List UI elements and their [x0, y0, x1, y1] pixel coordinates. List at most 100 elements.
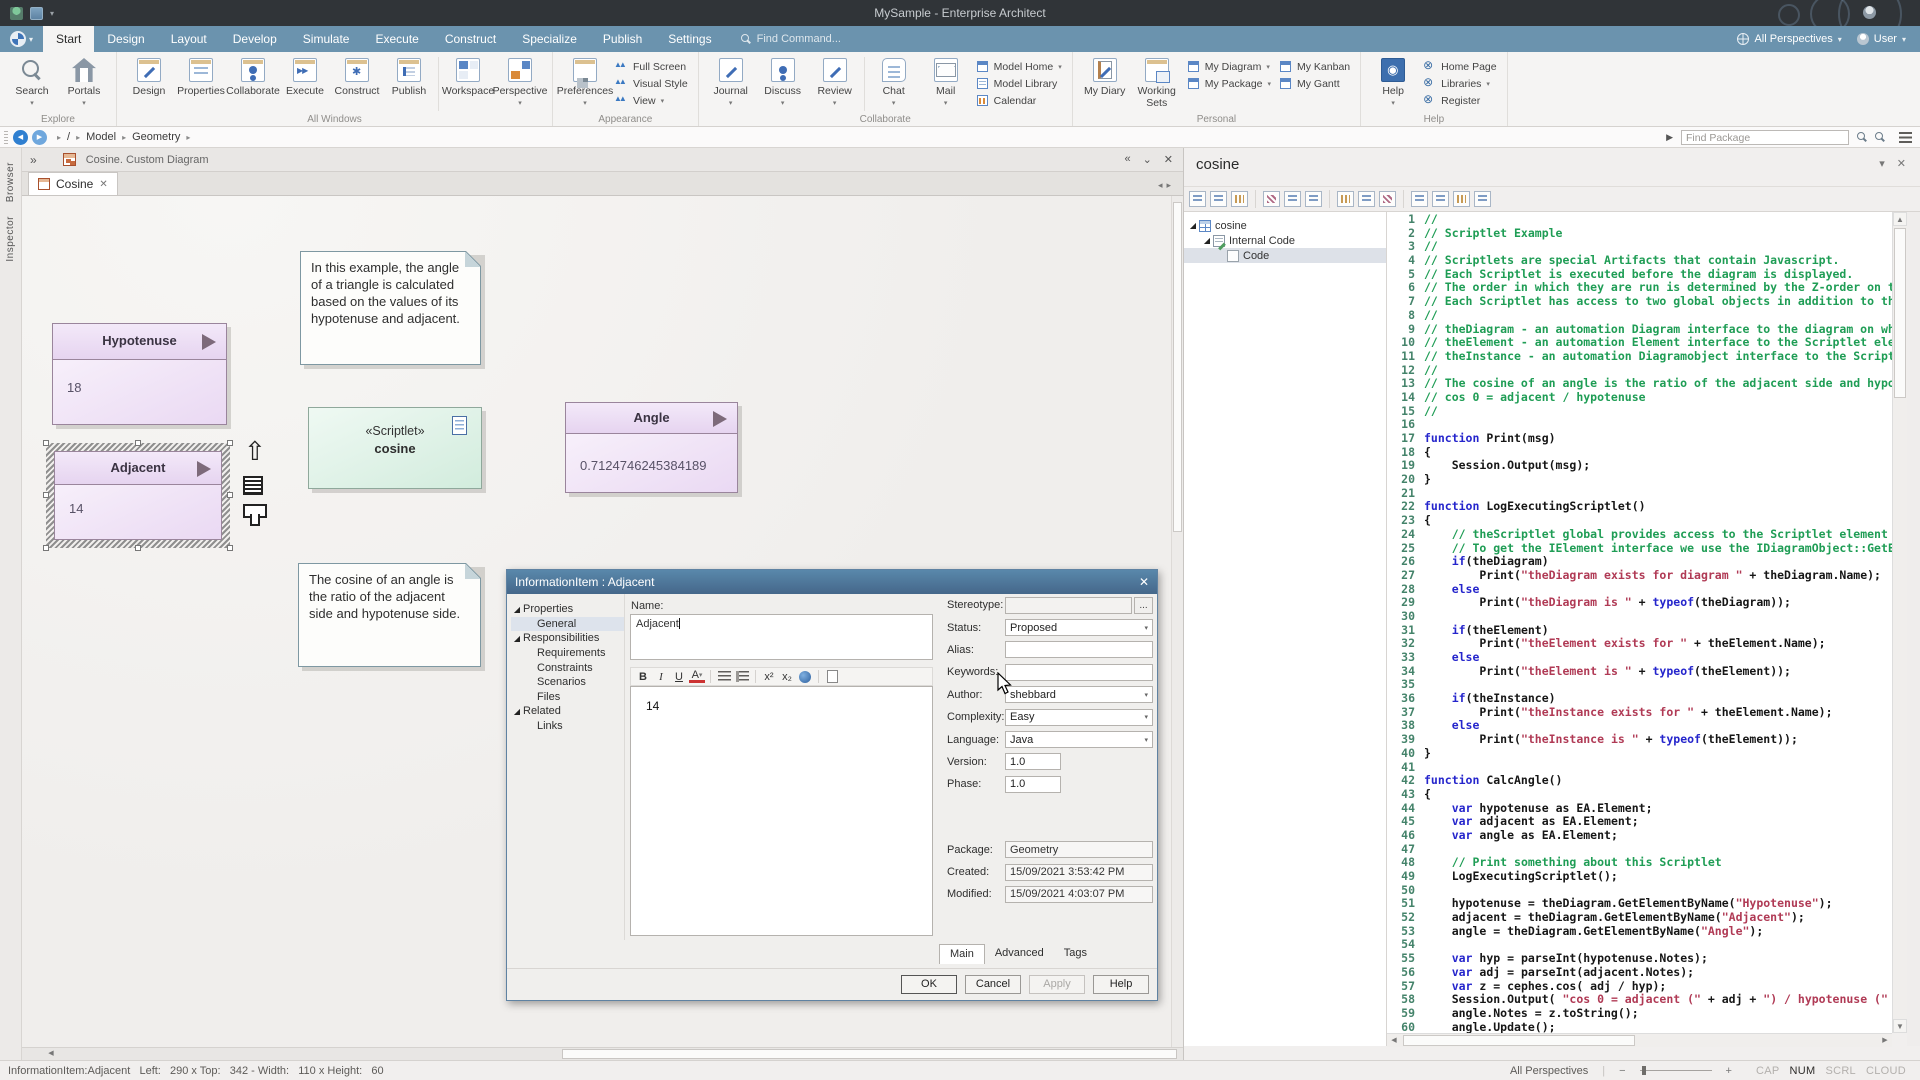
edit-script-icon[interactable]	[1263, 191, 1280, 207]
ribbon-button-working-sets[interactable]: Working Sets	[1131, 55, 1183, 109]
element-angle[interactable]: Angle 0.7124746245384189	[565, 402, 738, 493]
all-perspectives-menu[interactable]: All Perspectives	[1754, 33, 1832, 45]
dialog-tree-item-constraints[interactable]: Constraints	[511, 660, 624, 675]
quick-access-caret-icon[interactable]: ▾	[50, 9, 54, 18]
quicklink-compartment-icon[interactable]	[243, 504, 263, 528]
resize-handle[interactable]	[227, 492, 233, 498]
panel-pin-icon[interactable]: ▾	[1879, 157, 1885, 170]
ribbon-button-workspace[interactable]: Workspace	[442, 55, 494, 98]
field-author-select[interactable]: shebbard▾	[1005, 686, 1153, 703]
import-code-icon[interactable]	[1284, 191, 1301, 207]
resize-handle[interactable]	[43, 440, 49, 446]
app-menu-button[interactable]: ▾	[0, 26, 43, 52]
breadcrumb-item-geometry[interactable]: Geometry	[132, 131, 180, 143]
ribbon-button-perspective[interactable]: Perspective▾	[494, 55, 546, 107]
rtf-underline-button[interactable]: U	[671, 669, 687, 684]
ribbon-tab-simulate[interactable]: Simulate	[290, 26, 363, 52]
ribbon-button-model-home[interactable]: Model Home▾	[976, 60, 1062, 73]
dialog-close-icon[interactable]: ✕	[1139, 575, 1149, 589]
field-status-select[interactable]: Proposed▾	[1005, 619, 1153, 636]
find-package-input[interactable]: Find Package	[1681, 130, 1849, 145]
dialog-tab-main[interactable]: Main	[939, 944, 985, 964]
ribbon-tab-publish[interactable]: Publish	[590, 26, 655, 52]
scrollbar-thumb[interactable]	[562, 1049, 1177, 1059]
zoom-slider[interactable]	[1640, 1070, 1712, 1071]
rtf-superscript-button[interactable]: x²	[761, 669, 777, 684]
quicklink-features-icon[interactable]	[243, 476, 263, 495]
code-horizontal-scrollbar[interactable]: ◀ ▶	[1387, 1033, 1892, 1047]
scroll-up-icon[interactable]: ▲	[1893, 212, 1907, 226]
dialog-tree-item-links[interactable]: Links	[511, 719, 624, 734]
ribbon-tab-construct[interactable]: Construct	[432, 26, 509, 52]
find-in-files-icon[interactable]	[1337, 191, 1354, 207]
scroll-left-icon[interactable]: ◀	[44, 1049, 58, 1059]
ribbon-button-help[interactable]: Help▾	[1367, 55, 1419, 107]
tree-expander-icon[interactable]: ◢	[511, 605, 523, 614]
quick-access-icon[interactable]	[30, 7, 43, 20]
ribbon-button-preferences[interactable]: Preferences▾	[559, 55, 611, 107]
dialog-tab-advanced[interactable]: Advanced	[985, 944, 1054, 964]
ribbon-button-libraries[interactable]: Libraries▾	[1423, 77, 1496, 90]
browser-side-tab[interactable]: Browser	[5, 162, 16, 202]
dialog-titlebar[interactable]: InformationItem : Adjacent ✕	[507, 570, 1157, 594]
zoom-in-icon[interactable]: +	[1726, 1065, 1732, 1077]
ribbon-tab-design[interactable]: Design	[94, 26, 157, 52]
rtf-insert-document-button[interactable]	[824, 669, 840, 684]
ribbon-button-my-kanban[interactable]: My Kanban	[1279, 60, 1350, 73]
field-language-select[interactable]: Java▾	[1005, 731, 1153, 748]
rtf-font-color-button[interactable]: A▾	[689, 670, 705, 683]
element-scriptlet[interactable]: «Scriptlet» cosine	[308, 407, 482, 489]
resize-handle[interactable]	[135, 545, 141, 551]
field-complexity-select[interactable]: Easy▾	[1005, 709, 1153, 726]
notes-input[interactable]: 14	[630, 686, 933, 936]
note-element[interactable]: The cosine of an angle is the ratio of t…	[298, 563, 481, 667]
element-hypotenuse[interactable]: Hypotenuse 18	[52, 323, 227, 425]
dialog-tree-item-responsibilities[interactable]: ◢Responsibilities	[511, 631, 624, 646]
search-next-icon[interactable]	[1379, 191, 1396, 207]
z1oom-out-icon[interactable]: −	[1619, 1065, 1625, 1077]
ribbon-button-my-gantt[interactable]: My Gantt	[1279, 77, 1350, 90]
ribbon-button-collaborate[interactable]: Collaborate	[227, 55, 279, 98]
ribbon-button-my-diagram[interactable]: My Diagram▾	[1187, 60, 1271, 73]
field-alias-input[interactable]	[1005, 641, 1153, 658]
package-nav-arrow-icon[interactable]: ▶	[1666, 132, 1673, 143]
dialog-tab-tags[interactable]: Tags	[1054, 944, 1097, 964]
nav-forward-button[interactable]: ▶	[32, 130, 47, 145]
ribbon-tab-layout[interactable]: Layout	[158, 26, 220, 52]
ribbon-button-view[interactable]: View▾	[615, 94, 688, 107]
scroll-down-icon[interactable]: ▼	[1893, 1019, 1907, 1033]
ribbon-tab-execute[interactable]: Execute	[362, 26, 431, 52]
rtf-numbered-list-button[interactable]	[734, 669, 750, 684]
dialog-tree-item-requirements[interactable]: Requirements	[511, 646, 624, 661]
save-code-icon[interactable]	[1305, 191, 1322, 207]
ribbon-button-my-package[interactable]: My Package▾	[1187, 77, 1271, 90]
rtf-bold-button[interactable]: B	[635, 669, 651, 684]
scrollbar-thumb[interactable]	[1894, 228, 1906, 398]
dialog-tree-item-scenarios[interactable]: Scenarios	[511, 675, 624, 690]
search-package-icon[interactable]	[1857, 132, 1867, 142]
ribbon-tab-develop[interactable]: Develop	[220, 26, 290, 52]
field-stereotype-input[interactable]	[1005, 597, 1132, 614]
user-avatar-icon[interactable]	[1863, 6, 1876, 19]
rtf-bullet-list-button[interactable]	[716, 669, 732, 684]
resize-handle[interactable]	[43, 545, 49, 551]
ribbon-button-execute[interactable]: Execute	[279, 55, 331, 98]
ribbon-button-review[interactable]: Review▾	[809, 55, 861, 107]
ribbon-button-publish[interactable]: Publish	[383, 55, 435, 98]
dialog-tree-item-properties[interactable]: ◢Properties	[511, 602, 624, 617]
ribbon-button-portals[interactable]: Portals▾	[58, 55, 110, 107]
menu-hamburger-icon[interactable]	[1899, 132, 1912, 143]
stereotype-browse-button[interactable]: ...	[1134, 597, 1153, 614]
note-element[interactable]: In this example, the angle of a triangle…	[300, 251, 481, 365]
panel-close-icon[interactable]: ✕	[1897, 157, 1906, 170]
tab-cosine[interactable]: Cosine ✕	[28, 172, 118, 195]
element-adjacent[interactable]: Adjacent 14	[54, 451, 222, 540]
resize-handle[interactable]	[135, 440, 141, 446]
dialog-tree-item-general[interactable]: General	[511, 617, 624, 632]
tree-expander-icon[interactable]: ◢	[511, 634, 523, 643]
ribbon-button-chat[interactable]: Chat▾	[868, 55, 920, 107]
quicklink-arrow-icon[interactable]: ⇧	[244, 438, 266, 464]
field-version-input[interactable]: 1.0	[1005, 753, 1061, 770]
ribbon-tab-specialize[interactable]: Specialize	[509, 26, 590, 52]
ribbon-button-design[interactable]: Design	[123, 55, 175, 98]
